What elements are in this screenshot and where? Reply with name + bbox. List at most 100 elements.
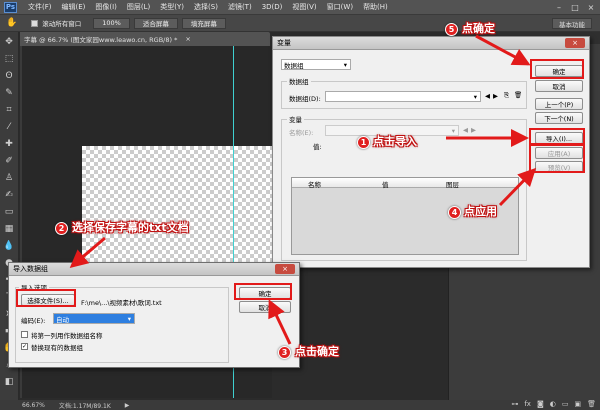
annotation-4: 点应用 — [464, 205, 497, 218]
zoom-100-button[interactable]: 100% — [93, 17, 130, 29]
first-column-checkbox[interactable] — [21, 331, 28, 338]
history-brush-tool-icon[interactable]: ✍ — [2, 188, 16, 202]
step-badge-1: 1 — [357, 136, 370, 149]
photoshop-logo: Ps — [4, 1, 17, 13]
step-badge-4: 4 — [448, 206, 461, 219]
mask-icon[interactable]: ◙ — [537, 400, 544, 408]
eraser-tool-icon[interactable]: ▭ — [2, 205, 16, 219]
variables-dialog-titlebar[interactable]: 变量 — [273, 37, 589, 50]
next-button[interactable]: 下一个(N) — [535, 112, 583, 124]
variables-group-label: 变量 — [287, 114, 304, 124]
options-bar: ✋ 滚动所有窗口 100% 适合屏幕 填充屏幕 — [0, 15, 600, 32]
scroll-all-checkbox[interactable] — [31, 19, 39, 27]
move-tool-icon[interactable]: ✥ — [2, 35, 16, 49]
variables-table-header: 名称 值 图层 — [292, 178, 518, 189]
eyedropper-tool-icon[interactable]: ⁄ — [2, 120, 16, 134]
zoom-level[interactable]: 66.67% — [22, 402, 45, 409]
marquee-tool-icon[interactable]: ⬚ — [2, 52, 16, 66]
healing-tool-icon[interactable]: ✚ — [2, 137, 16, 151]
import-close-button[interactable]: × — [275, 264, 295, 274]
lasso-tool-icon[interactable]: ʘ — [2, 69, 16, 83]
encoding-value: 自动 — [56, 315, 69, 324]
import-dataset-dialog: 导入数据组 × 导入选项 选择文件(S)... F:\me\...\视频素材\歌… — [8, 262, 300, 368]
encoding-select[interactable]: 自动 ▾ — [53, 313, 135, 324]
window-controls: – □ × — [552, 1, 598, 13]
status-arrow-icon[interactable]: ▶ — [125, 402, 130, 409]
hand-tool-icon[interactable]: ✋ — [6, 18, 17, 28]
step-badge-3: 3 — [278, 346, 291, 359]
variables-close-button[interactable]: × — [565, 38, 585, 48]
status-bar: 66.67% 文档:1.17M/89.1K ▶ — [0, 400, 600, 410]
stamp-tool-icon[interactable]: ♙ — [2, 171, 16, 185]
replace-dataset-checkbox[interactable]: ✓ — [21, 343, 28, 350]
highlight-apply-button — [529, 143, 585, 173]
next-dataset-icon[interactable]: ▶ — [493, 92, 498, 100]
col-value[interactable]: 值 — [382, 179, 389, 189]
highlight-import-ok-button — [234, 283, 292, 300]
menu-window[interactable]: 窗口(W) — [322, 2, 358, 12]
menu-file[interactable]: 文件(F) — [23, 2, 57, 12]
step-badge-5: 5 — [445, 23, 458, 36]
close-icon[interactable]: × — [584, 1, 598, 13]
new-layer-icon[interactable]: ▣ — [574, 400, 581, 408]
chevron-down-icon: ▾ — [451, 126, 455, 135]
annotation-3: 点击确定 — [295, 345, 339, 358]
layer-panel-icons: ⊶ fx ◙ ◐ ▭ ▣ 🗑 — [511, 400, 596, 408]
highlight-choose-file-button — [16, 289, 76, 307]
encoding-label: 编码(E): — [21, 317, 46, 325]
transparent-canvas[interactable] — [82, 146, 272, 266]
menu-edit[interactable]: 编辑(E) — [57, 2, 91, 12]
minimize-icon[interactable]: – — [552, 1, 566, 13]
folder-icon[interactable]: ▭ — [562, 400, 569, 408]
crop-tool-icon[interactable]: ⌗ — [2, 103, 16, 117]
blur-tool-icon[interactable]: 💧 — [2, 239, 16, 253]
replace-dataset-label: 替换现有的数据组 — [31, 344, 83, 352]
brush-tool-icon[interactable]: ✐ — [2, 154, 16, 168]
import-cancel-button[interactable]: 取消 — [239, 301, 291, 313]
col-layer[interactable]: 图层 — [446, 179, 459, 189]
prev-button[interactable]: 上一个(P) — [535, 98, 583, 110]
menu-help[interactable]: 帮助(H) — [358, 2, 393, 12]
link-layers-icon[interactable]: ⊶ — [511, 400, 518, 408]
delete-dataset-icon[interactable]: 🗑 — [514, 91, 522, 99]
trash-icon[interactable]: 🗑 — [587, 400, 596, 408]
dataset-group-label: 数据组 — [287, 76, 311, 86]
fit-screen-button[interactable]: 适合屏幕 — [133, 17, 178, 29]
doc-size: 文档:1.17M/89.1K — [58, 402, 111, 410]
scroll-all-label: 滚动所有窗口 — [42, 20, 82, 28]
highlight-ok-button — [530, 59, 584, 79]
gradient-tool-icon[interactable]: ▦ — [2, 222, 16, 236]
document-tab-close-icon[interactable]: × — [185, 35, 190, 43]
quick-select-tool-icon[interactable]: ✎ — [2, 86, 16, 100]
variables-dialog-title: 变量 — [277, 39, 291, 47]
menu-3d[interactable]: 3D(D) — [257, 3, 288, 11]
step-badge-2: 2 — [55, 222, 68, 235]
menu-view[interactable]: 视图(V) — [287, 2, 321, 12]
prev-var-icon: ◀ — [463, 126, 468, 134]
workspace-select[interactable]: 基本功能 — [552, 18, 592, 29]
save-dataset-icon[interactable]: ⎘ — [504, 91, 509, 100]
fill-screen-button[interactable]: 填充屏幕 — [181, 17, 226, 29]
maximize-icon[interactable]: □ — [568, 1, 582, 13]
document-tab[interactable]: 字幕 @ 66.7% (图文家园www.leawo.cn, RGB/8) * × — [20, 32, 270, 46]
cancel-button[interactable]: 取消 — [535, 80, 583, 92]
dataset-select[interactable]: ▾ — [325, 91, 481, 102]
import-dialog-title: 导入数据组 — [13, 265, 48, 273]
adjustment-icon[interactable]: ◐ — [550, 400, 556, 408]
prev-dataset-icon[interactable]: ◀ — [485, 92, 490, 100]
menu-layer[interactable]: 图层(L) — [122, 2, 155, 12]
import-dialog-titlebar[interactable]: 导入数据组 — [9, 263, 299, 276]
define-select[interactable]: 数据组 ▾ — [281, 59, 351, 70]
next-var-icon: ▶ — [471, 126, 476, 134]
menu-filter[interactable]: 滤镜(T) — [223, 2, 257, 12]
col-name[interactable]: 名称 — [308, 179, 321, 189]
chevron-down-icon: ▾ — [473, 92, 477, 101]
chevron-down-icon: ▾ — [127, 314, 131, 323]
define-select-value: 数据组 — [284, 61, 304, 70]
fx-icon[interactable]: fx — [524, 400, 531, 408]
menu-image[interactable]: 图像(I) — [90, 2, 122, 12]
annotation-1: 点击导入 — [373, 135, 417, 148]
menu-select[interactable]: 选择(S) — [189, 2, 223, 12]
menu-type[interactable]: 类型(Y) — [155, 2, 189, 12]
color-swatch-icon[interactable]: ◧ — [2, 375, 16, 389]
